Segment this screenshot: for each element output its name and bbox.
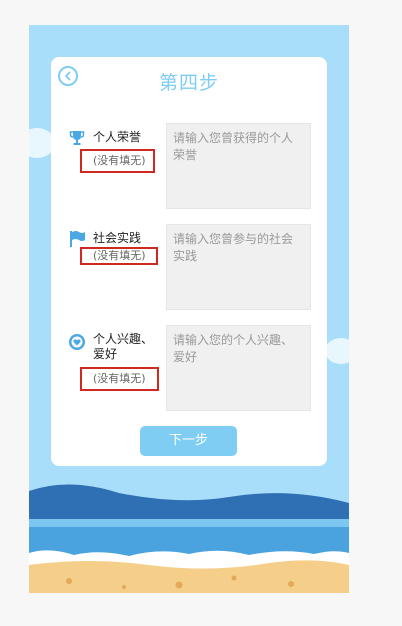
empty-note-practice: (没有填无) [80,247,158,265]
honors-input[interactable]: 请输入您曾获得的个人荣誉 [166,123,311,209]
next-step-button[interactable]: 下一步 [140,426,237,456]
trophy-icon [69,131,85,145]
page-title: 第四步 [158,72,219,94]
interests-input[interactable]: 请输入您的个人兴趣、爱好 [166,325,311,411]
form-card: 第四步 个人荣誉 (没有填无) 请输入您曾获得的个人荣誉 社会实践 (没有填无)… [51,57,327,466]
practice-input[interactable]: 请输入您曾参与的社会实践 [166,224,311,310]
empty-note-honors: (没有填无) [80,149,155,173]
field-label-practice: 社会实践 [93,231,142,245]
heart-icon [69,334,85,350]
empty-note-interests: (没有填无) [80,367,159,391]
field-label-honors: 个人荣誉 [93,130,142,144]
app-screen: 第四步 个人荣誉 (没有填无) 请输入您曾获得的个人荣誉 社会实践 (没有填无)… [29,25,349,593]
flag-icon [70,231,85,247]
field-label-interests: 个人兴趣、爱好 [93,332,154,361]
